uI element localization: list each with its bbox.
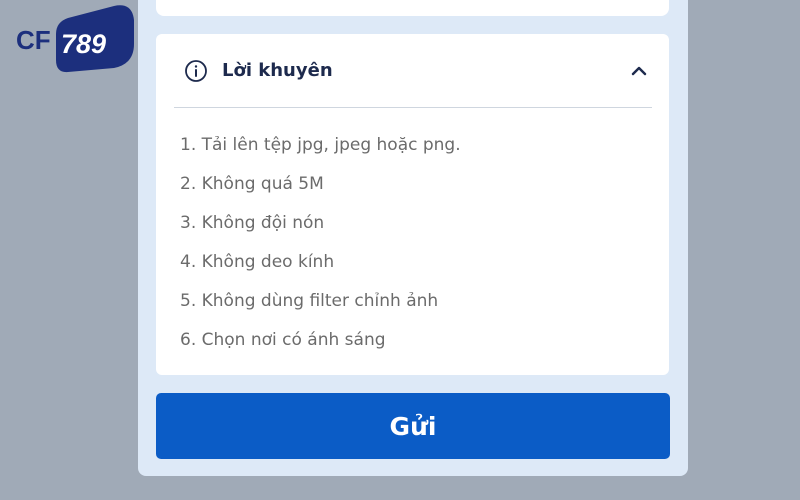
tip-item: 2. Không quá 5M (180, 174, 324, 194)
upload-card (156, 0, 669, 16)
upload-panel: Lời khuyên 1. Tải lên tệp jpg, jpeg hoặc… (138, 0, 688, 476)
tip-item: 4. Không deo kính (180, 252, 335, 272)
advice-divider (174, 107, 652, 108)
tips-list: 1. Tải lên tệp jpg, jpeg hoặc png. 2. Kh… (180, 132, 461, 366)
advice-header-toggle[interactable]: Lời khuyên (156, 34, 669, 108)
tip-item: 6. Chọn nơi có ánh sáng (180, 330, 386, 350)
chevron-up-icon[interactable] (629, 61, 649, 81)
advice-title: Lời khuyên (222, 60, 333, 81)
tip-item: 3. Không đội nón (180, 213, 325, 233)
logo-prefix: CF (16, 25, 51, 55)
advice-card: Lời khuyên 1. Tải lên tệp jpg, jpeg hoặc… (156, 34, 669, 375)
info-icon (185, 60, 207, 82)
tip-item: 5. Không dùng filter chỉnh ảnh (180, 291, 439, 311)
tip-item: 1. Tải lên tệp jpg, jpeg hoặc png. (180, 135, 461, 155)
logo-number: 789 (61, 29, 106, 59)
cf789-logo: CF 789 (14, 4, 136, 74)
submit-button[interactable]: Gửi (156, 393, 670, 459)
